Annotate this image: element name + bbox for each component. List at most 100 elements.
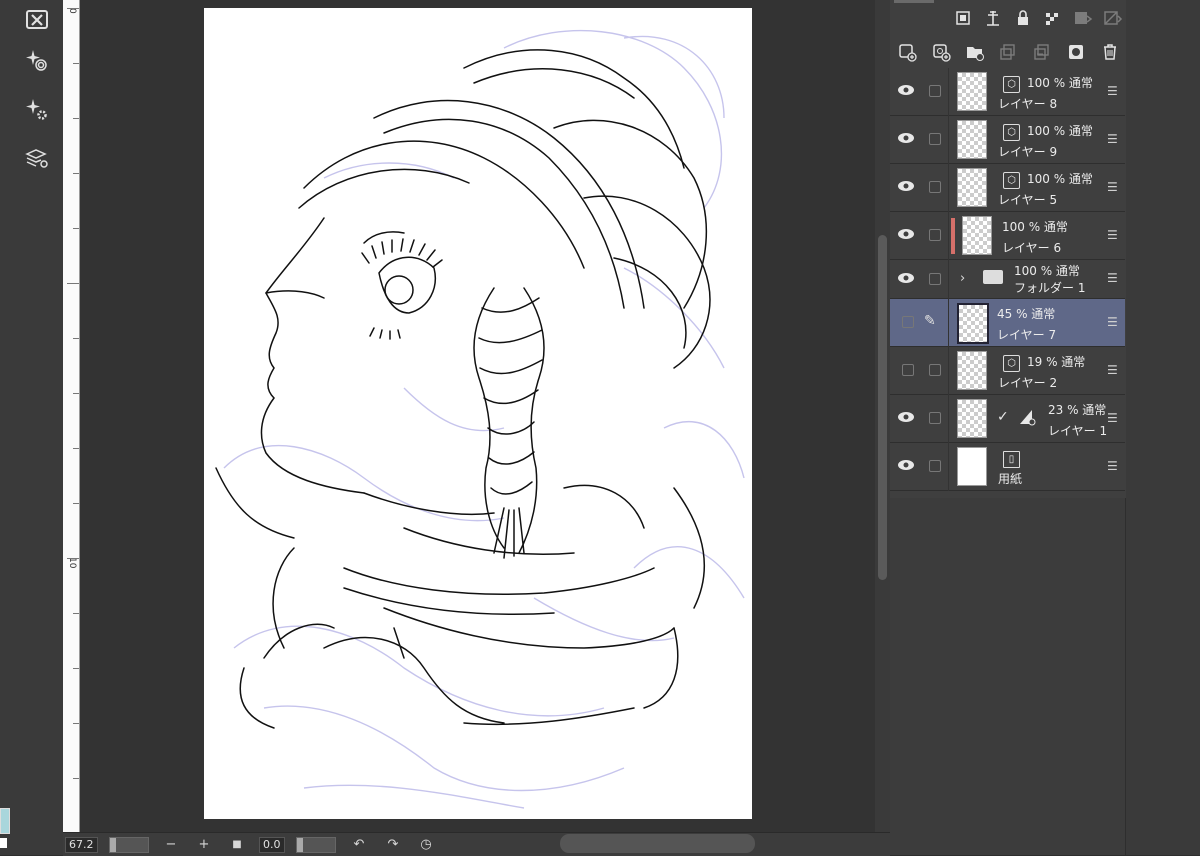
layer-panel: ⬡ 100 % 通常 レイヤー 8 ☰ ⬡ 100 % 通常 レイヤー 9 ☰ … [890,0,1200,855]
paper-layer-icon: ▯ [1003,451,1020,468]
layer-drag-handle-icon[interactable]: ☰ [1107,271,1118,285]
layer-drag-handle-icon[interactable]: ☰ [1107,84,1118,98]
layer-name: レイヤー 1 [1048,424,1108,438]
layer-stack-settings-icon[interactable] [20,141,54,175]
anchor-icon[interactable] [979,5,1007,31]
layer-select-checkbox[interactable] [929,460,941,472]
layer-thumbnail [957,303,989,344]
tool-strip [0,0,64,855]
3d-layer-icon: ⬡ [1003,124,1020,141]
close-panel-icon[interactable] [20,2,54,36]
zoom-field[interactable]: 67.2 [65,836,98,853]
eye-icon[interactable] [897,458,915,472]
lock-transparency-icon[interactable] [1039,5,1067,31]
layer-name: レイヤー 5 [998,193,1058,207]
sub-color-swatch[interactable] [0,838,7,848]
eye-icon[interactable] [897,131,915,145]
layer-drag-handle-icon[interactable]: ☰ [1107,459,1118,473]
merge-selected-icon[interactable] [1028,39,1056,65]
layer-drag-handle-icon[interactable]: ☰ [1107,411,1118,425]
layer-select-checkbox[interactable] [929,85,941,97]
eye-icon[interactable] [897,271,915,285]
eye-icon[interactable] [897,410,915,424]
layer-visibility-checkbox[interactable] [902,316,914,328]
eye-icon[interactable] [897,83,915,97]
3d-layer-icon: ⬡ [1003,172,1020,189]
eye-icon[interactable] [897,179,915,193]
layer-drag-handle-icon[interactable]: ☰ [1107,315,1118,329]
new-vector-layer-icon[interactable] [927,39,955,65]
layer-row-5[interactable]: ⬡ 100 % 通常 レイヤー 5 ☰ [890,164,1125,212]
lock-icon[interactable] [1009,5,1037,31]
layer-thumbnail [957,72,987,111]
panel-side-area [1126,0,1200,855]
eye-icon[interactable] [897,227,915,241]
layer-toolbar-top [890,0,1129,36]
layer-drag-handle-icon[interactable]: ☰ [1107,180,1118,194]
layer-select-checkbox[interactable] [929,133,941,145]
layer-opacity-mode: 100 % 通常 [1027,76,1093,90]
folder-expand-icon[interactable]: › [960,271,965,286]
layer-row-1[interactable]: ✓ 23 % 通常 レイヤー 1 ☰ [890,395,1125,443]
clip-icon[interactable] [1069,5,1097,31]
layer-row-9[interactable]: ⬡ 100 % 通常 レイヤー 9 ☰ [890,116,1125,164]
delete-layer-icon[interactable] [1096,39,1124,65]
layer-name: レイヤー 8 [998,97,1058,111]
layer-thumbnail [957,447,987,486]
layer-name: レイヤー 2 [998,376,1058,390]
3d-layer-icon: ⬡ [1003,355,1020,372]
rotate-right-button[interactable]: ↷ [383,837,403,852]
pen-icon: ✎ [924,313,936,329]
merge-down-icon[interactable] [994,39,1022,65]
folder-icon [983,270,1003,284]
layer-visibility-checkbox[interactable] [902,364,914,376]
layer-mask-icon [1020,410,1036,426]
navigator-bar: 67.2 − + ■ 0.0 ↶ ↷ ◷ [63,832,890,856]
layer-select-checkbox[interactable] [929,273,941,285]
vertical-scrollbar-thumb[interactable] [878,235,887,580]
line-art-illustration [215,29,745,809]
layer-opacity-mode: 45 % 通常 [997,307,1056,321]
layer-row-8[interactable]: ⬡ 100 % 通常 レイヤー 8 ☰ [890,68,1125,116]
sparkle-gear-icon[interactable] [20,93,54,127]
layer-row-6[interactable]: 100 % 通常 レイヤー 6 ☰ [890,212,1125,260]
vertical-scrollbar[interactable] [875,0,890,832]
3d-layer-icon: ⬡ [1003,76,1020,93]
layer-drag-handle-icon[interactable]: ☰ [1107,228,1118,242]
zoom-in-button[interactable]: + [194,837,214,852]
layer-opacity-mode: 100 % 通常 [1002,220,1068,234]
zoom-slider[interactable] [109,836,149,853]
layer-opacity-mode: 100 % 通常 [1014,264,1080,278]
layer-select-checkbox[interactable] [929,229,941,241]
rotation-slider[interactable] [296,836,336,853]
layer-name: レイヤー 6 [1002,241,1062,255]
horizontal-scrollbar-thumb[interactable] [560,834,755,853]
zoom-out-button[interactable]: − [161,837,181,852]
layer-list-empty-area [890,498,1126,855]
layer-select-checkbox[interactable] [929,181,941,193]
main-color-swatch[interactable] [0,808,10,834]
sparkle-target-icon[interactable] [20,44,54,78]
layer-drag-handle-icon[interactable]: ☰ [1107,132,1118,146]
canvas-area[interactable] [80,0,875,832]
rotation-field[interactable]: 0.0 [259,836,285,853]
layer-row-paper[interactable]: ▯ 用紙 ☰ [890,443,1125,491]
layer-drag-handle-icon[interactable]: ☰ [1107,363,1118,377]
layer-name: 用紙 [998,472,1023,486]
new-raster-layer-icon[interactable] [893,39,921,65]
layer-name: レイヤー 9 [998,145,1058,159]
layer-ref-icon[interactable] [949,5,977,31]
layer-row-2[interactable]: ⬡ 19 % 通常 レイヤー 2 ☰ [890,347,1125,395]
mask-toggle-icon[interactable] [1099,5,1127,31]
fit-view-icon[interactable]: ■ [227,839,247,850]
reset-rotation-button[interactable]: ◷ [416,837,436,852]
rotate-left-button[interactable]: ↶ [349,837,369,852]
drawing-canvas[interactable] [204,8,752,819]
layer-select-checkbox[interactable] [929,412,941,424]
new-folder-icon[interactable] [961,39,989,65]
layer-row-7[interactable]: ✎ 45 % 通常 レイヤー 7 ☰ [890,299,1125,347]
add-mask-icon[interactable] [1062,39,1090,65]
layer-select-checkbox[interactable] [929,364,941,376]
layer-opacity-mode: 100 % 通常 [1027,124,1093,138]
layer-row-folder-1[interactable]: › 100 % 通常 フォルダー 1 ☰ [890,260,1125,299]
